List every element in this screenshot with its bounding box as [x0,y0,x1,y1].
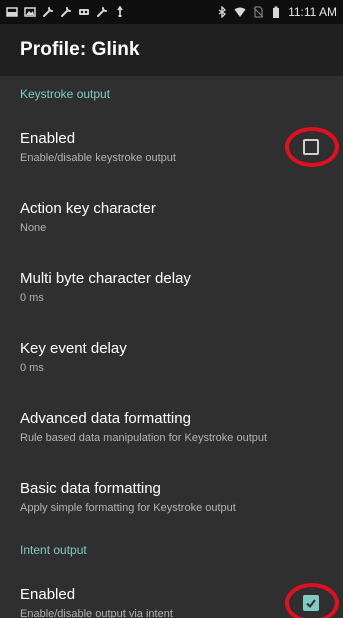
status-bar: 11:11 AM [0,0,343,24]
pref-title: Multi byte character delay [20,269,191,287]
pref-title: Enabled [20,129,76,147]
pref-summary: 0 ms [20,291,44,304]
pref-title: Basic data formatting [20,479,161,497]
system-icons: 11:11 AM [216,5,337,19]
pref-title: Enabled [20,585,76,603]
battery-icon [270,6,282,18]
pref-action-key-character[interactable]: Action key character None [0,182,343,252]
section-header-intent-output: Intent output [20,543,87,557]
pref-summary: Apply simple formatting for Keystroke ou… [20,501,236,514]
pref-title: Action key character [20,199,156,217]
pref-summary: Rule based data manipulation for Keystro… [20,431,268,444]
pref-key-event-delay[interactable]: Key event delay 0 ms [0,322,343,392]
pref-intent-enabled[interactable]: Enabled Enable/disable output via intent [0,568,343,618]
voicemail-icon [78,6,90,18]
app-bar: Profile: Glink [0,24,343,76]
pref-summary: Enable/disable output via intent [20,607,173,618]
screenshot-icon [6,6,18,18]
wrench-icon [60,6,72,18]
pref-summary: 0 ms [20,361,44,374]
pref-basic-data-formatting[interactable]: Basic data formatting Apply simple forma… [0,462,343,532]
usb-icon [114,6,126,18]
notification-icons [6,6,126,18]
page-title: Profile: Glink [20,39,140,60]
wrench-icon [42,6,54,18]
wifi-icon [234,6,246,18]
preferences-list: Keystroke output Enabled Enable/disable … [0,76,343,618]
bluetooth-icon [216,6,228,18]
pref-summary: Enable/disable keystroke output [20,151,176,164]
intent-enabled-checkbox[interactable] [303,595,319,611]
pref-title: Advanced data formatting [20,409,191,427]
section-header-keystroke-output: Keystroke output [20,87,111,101]
image-icon [24,6,36,18]
pref-summary: None [20,221,47,234]
check-icon [306,599,316,609]
clock: 11:11 AM [288,5,337,19]
pref-title: Key event delay [20,339,127,357]
wrench-icon [96,6,108,18]
keystroke-enabled-checkbox[interactable] [303,139,319,155]
pref-advanced-data-formatting[interactable]: Advanced data formatting Rule based data… [0,392,343,462]
pref-multi-byte-character-delay[interactable]: Multi byte character delay 0 ms [0,252,343,322]
pref-keystroke-enabled[interactable]: Enabled Enable/disable keystroke output [0,112,343,182]
no-sim-icon [252,6,264,18]
